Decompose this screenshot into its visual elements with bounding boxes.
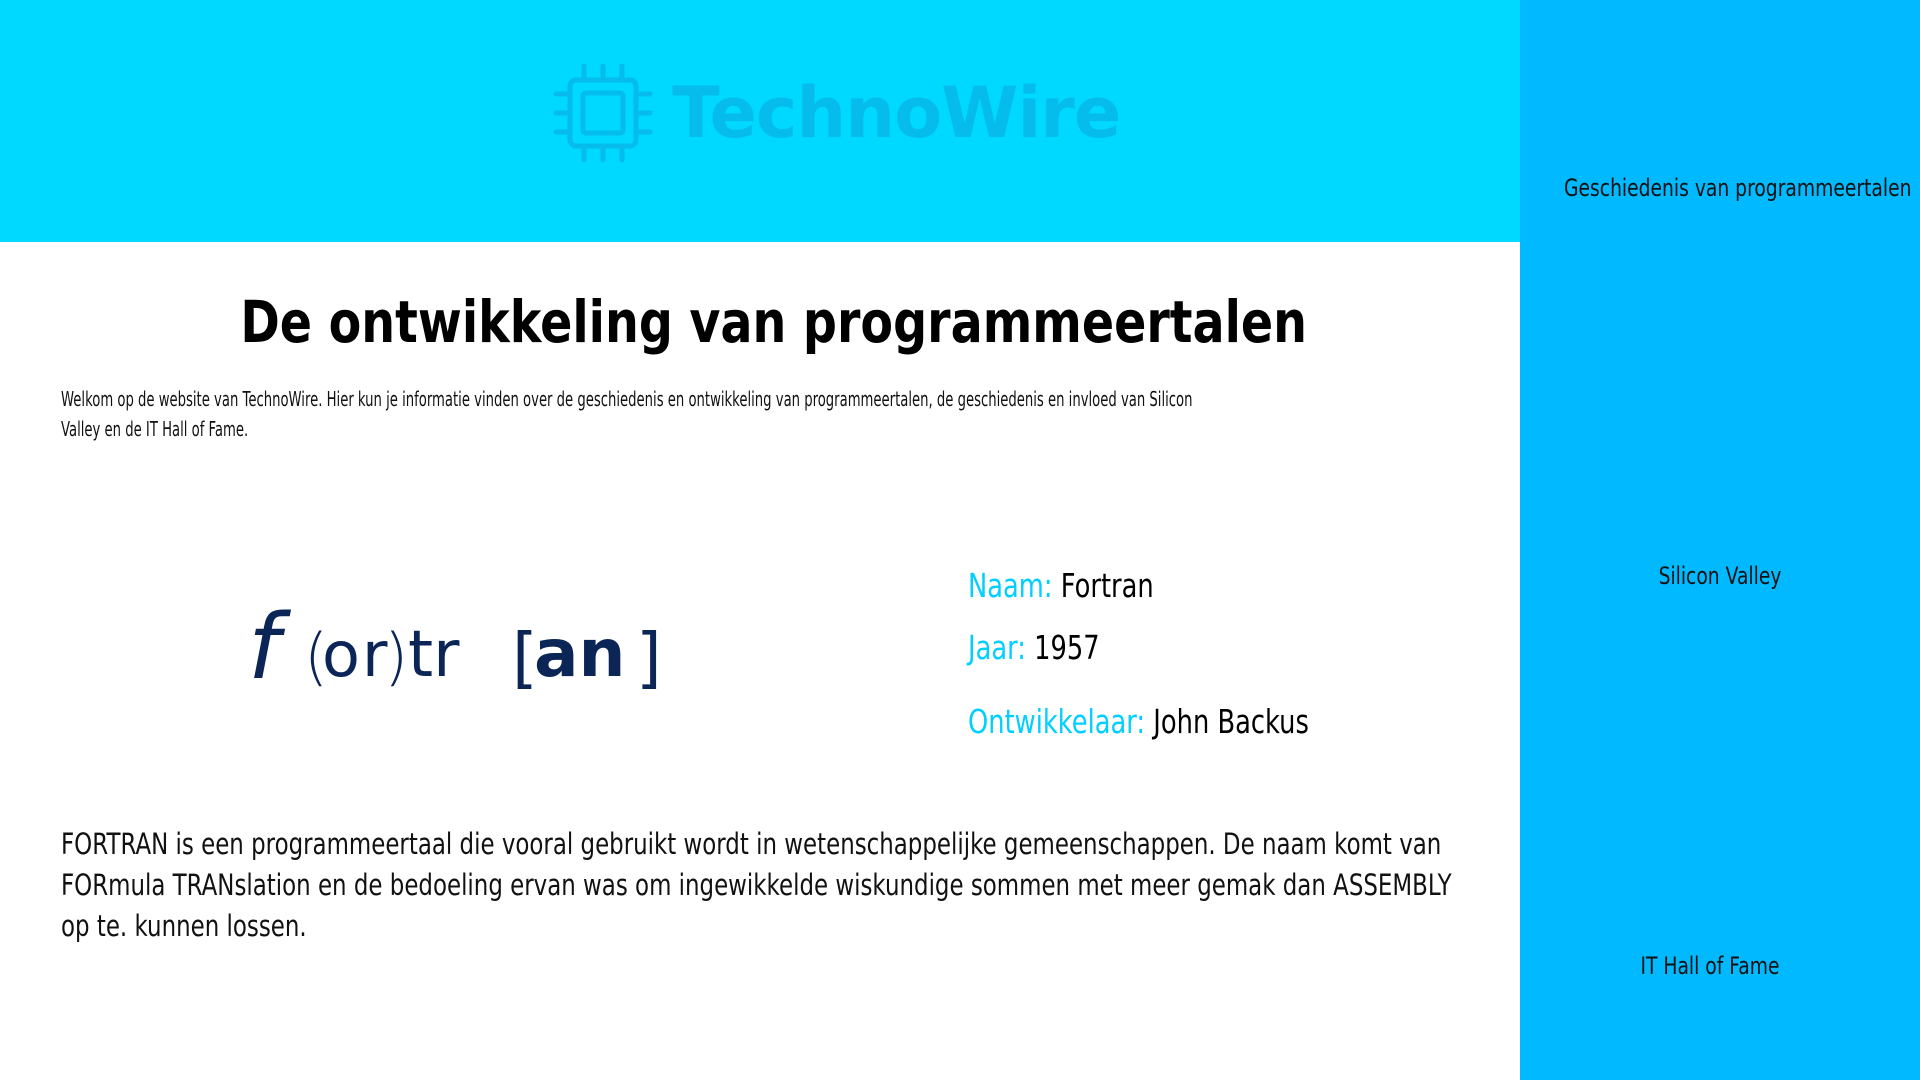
fact-developer-value: John Backus <box>1153 702 1309 741</box>
fact-year-label: Jaar: <box>968 628 1026 667</box>
fact-developer-label: Ontwikkelaar: <box>968 702 1146 741</box>
sidebar-item-it-hall-of-fame[interactable]: IT Hall of Fame <box>1554 952 1866 980</box>
header-banner: TechnoWire <box>0 0 1520 242</box>
logo-text: TechnoWire <box>672 72 1121 154</box>
fact-name: Naam: Fortran <box>968 566 1154 605</box>
fact-year-value: 1957 <box>1034 628 1100 667</box>
site-logo[interactable]: TechnoWire <box>548 58 1121 168</box>
intro-paragraph: Welkom op de website van TechnoWire. Hie… <box>61 387 1193 441</box>
fortran-logo-o: o <box>322 618 360 691</box>
fortran-logo-paren-close: ) <box>384 620 408 693</box>
sidebar-item-geschiedenis[interactable]: Geschiedenis van programmeertalen <box>1564 174 1911 202</box>
page: TechnoWire Geschiedenis van programmeert… <box>0 0 1920 1080</box>
fact-developer: Ontwikkelaar: John Backus <box>968 702 1309 741</box>
fortran-logo-f: f <box>248 596 292 700</box>
sidebar-nav: Geschiedenis van programmeertalen Silico… <box>1520 0 1920 1080</box>
page-title: De ontwikkeling van programmeertalen <box>240 288 1308 356</box>
fact-name-label: Naam: <box>968 566 1053 605</box>
sidebar-item-silicon-valley[interactable]: Silicon Valley <box>1564 562 1876 590</box>
fortran-logo: f ( o r ) tr [ an ] <box>248 596 662 700</box>
fact-year: Jaar: 1957 <box>968 628 1100 667</box>
fortran-logo-tr: tr <box>408 618 460 692</box>
description-paragraph: FORTRAN is een programmeertaal die voora… <box>61 827 1452 943</box>
fortran-logo-an: an <box>534 615 626 692</box>
fact-name-value: Fortran <box>1060 566 1154 605</box>
chip-icon <box>553 63 653 163</box>
fortran-logo-bracket-close: ] <box>636 619 662 696</box>
